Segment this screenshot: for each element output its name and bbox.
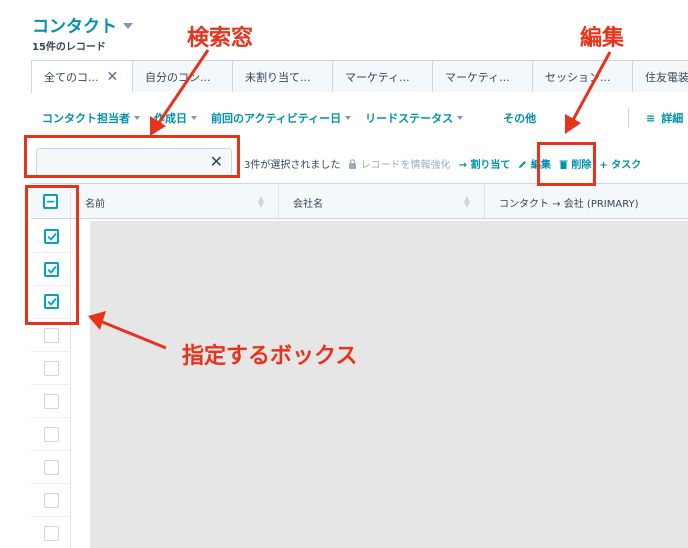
arrow-to-boxes [99, 319, 167, 350]
arrow-to-edit [571, 51, 612, 121]
arrowhead-icon [150, 116, 166, 136]
arrow-to-search [156, 49, 210, 125]
arrowhead-icon [88, 311, 106, 330]
annotation-arrows [88, 49, 612, 350]
